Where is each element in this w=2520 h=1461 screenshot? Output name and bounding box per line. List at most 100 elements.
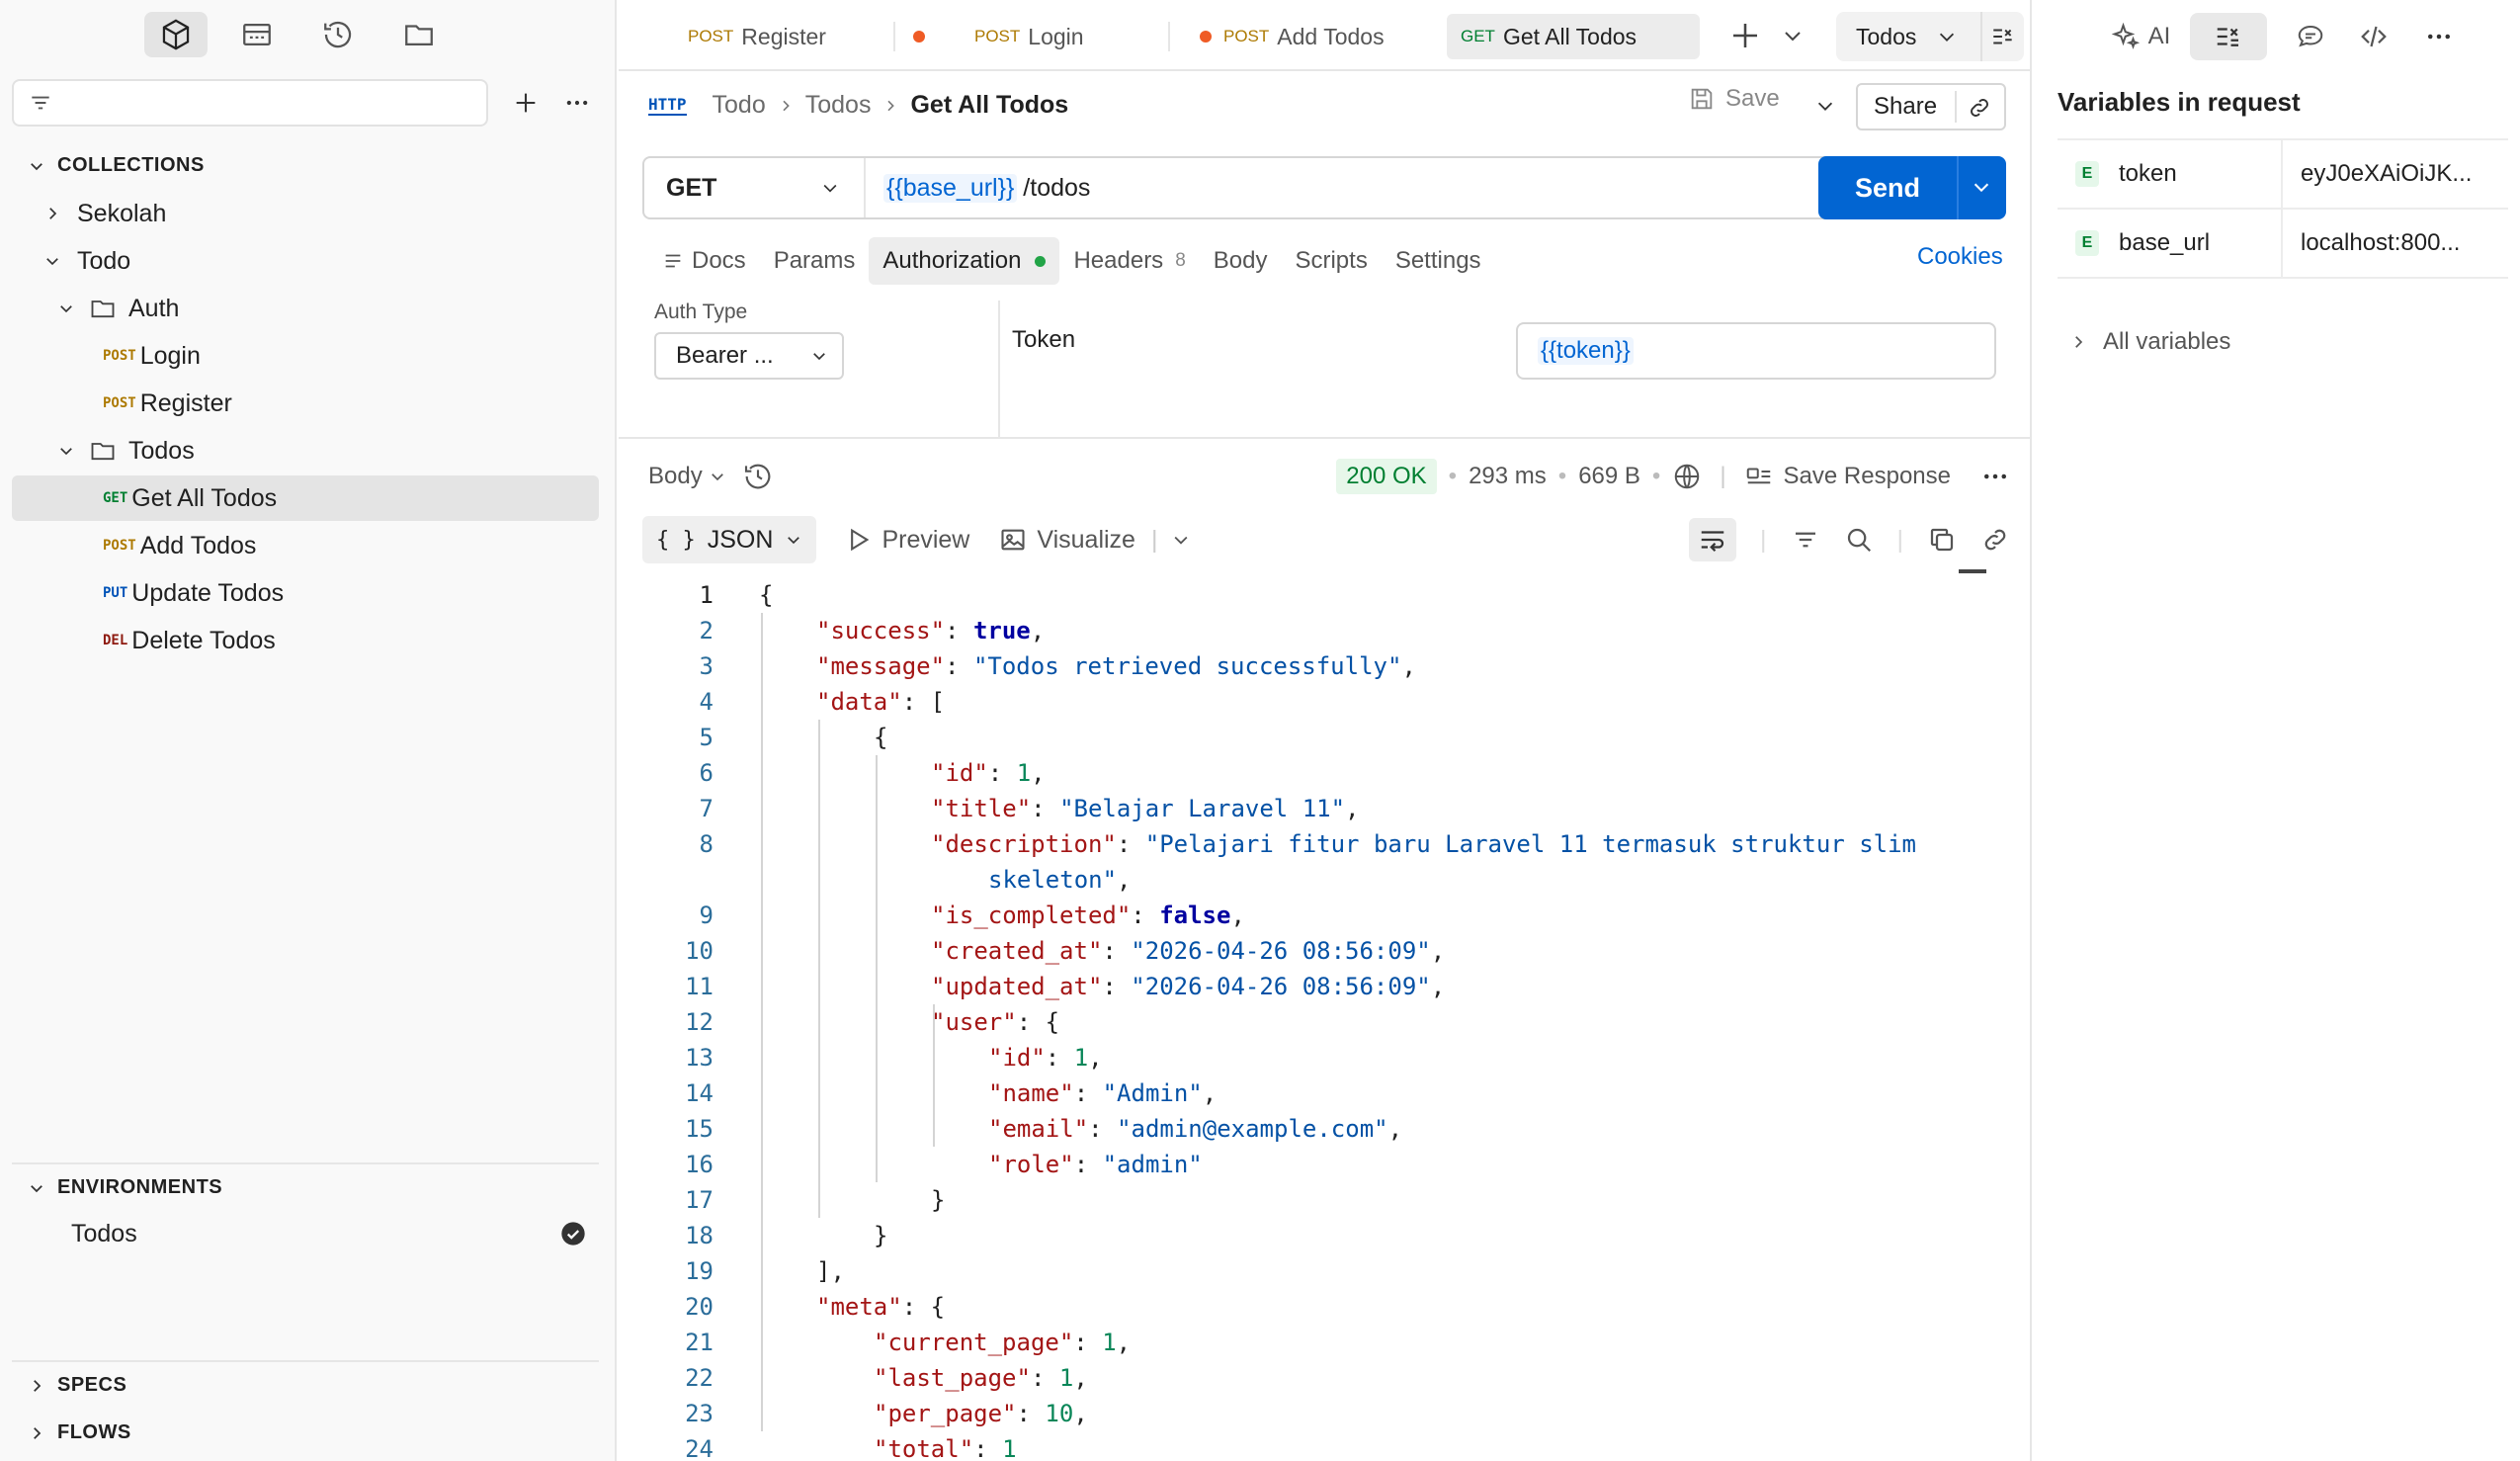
code-content: "per_page": 10, bbox=[874, 1400, 1088, 1427]
visualize-button[interactable]: Visualize bbox=[999, 526, 1135, 555]
tree-label: Todos bbox=[128, 436, 195, 465]
tree-label: Add Todos bbox=[139, 531, 257, 559]
sidebar-search-input[interactable] bbox=[12, 79, 488, 127]
variable-value[interactable]: localhost:800... bbox=[2281, 210, 2508, 277]
variable-row-base-url[interactable]: E base_url localhost:800... bbox=[2058, 210, 2508, 279]
environment-label: Todos bbox=[71, 1219, 137, 1247]
save-button[interactable]: Save bbox=[1688, 85, 1780, 113]
link-icon[interactable] bbox=[1980, 525, 2010, 555]
new-tab-button[interactable] bbox=[1727, 18, 1763, 53]
divider: | bbox=[1760, 525, 1767, 554]
variable-value[interactable]: eyJ0eXAiOiJK... bbox=[2281, 140, 2508, 208]
collections-nav-button[interactable] bbox=[144, 12, 208, 57]
request-get-all-todos[interactable]: GET Get All Todos bbox=[12, 475, 599, 521]
tab-settings[interactable]: Settings bbox=[1382, 237, 1495, 285]
tab-list-dropdown[interactable] bbox=[1781, 24, 1805, 47]
braces-icon: { } bbox=[656, 527, 696, 553]
collection-sekolah[interactable]: Sekolah bbox=[12, 191, 599, 236]
history-nav-button[interactable] bbox=[306, 12, 370, 57]
cookies-link[interactable]: Cookies bbox=[1917, 243, 2003, 271]
send-options-chevron-icon[interactable] bbox=[1971, 176, 1992, 198]
environment-todos[interactable]: Todos bbox=[12, 1211, 599, 1256]
collections-section-toggle[interactable]: COLLECTIONS bbox=[28, 154, 205, 177]
chevron-down-icon[interactable] bbox=[1171, 530, 1191, 550]
method-selector[interactable]: GET bbox=[644, 158, 866, 217]
environments-nav-button[interactable] bbox=[225, 12, 289, 57]
environments-section-toggle[interactable]: ENVIRONMENTS bbox=[28, 1176, 222, 1199]
code-token: false bbox=[1159, 902, 1231, 929]
format-selector[interactable]: { } JSON bbox=[642, 516, 817, 563]
flows-section-toggle[interactable]: FLOWS bbox=[28, 1421, 131, 1444]
variable-row-token[interactable]: E token eyJ0eXAiOiJK... bbox=[2058, 140, 2508, 210]
request-login[interactable]: POST Login bbox=[12, 333, 599, 379]
line-number: 17 bbox=[685, 1186, 714, 1214]
save-response-button[interactable]: Save Response bbox=[1744, 462, 1951, 491]
search-icon[interactable] bbox=[1844, 525, 1874, 555]
chevron-down-icon bbox=[28, 157, 45, 175]
line-number: 20 bbox=[685, 1293, 714, 1321]
collection-todo[interactable]: Todo bbox=[12, 238, 599, 284]
code-token: "2026-04-26 08:56:09" bbox=[1131, 937, 1431, 965]
tab-authorization[interactable]: Authorization bbox=[869, 237, 1060, 285]
breadcrumb-item[interactable]: Todos bbox=[805, 91, 872, 120]
link-icon[interactable] bbox=[1967, 95, 1992, 121]
token-variable[interactable]: {{token}} bbox=[1538, 337, 1634, 365]
environment-quicklook-icon[interactable] bbox=[1990, 24, 2016, 49]
folder-auth[interactable]: Auth bbox=[12, 286, 599, 331]
code-token: , bbox=[1073, 1364, 1088, 1392]
wrap-lines-button[interactable] bbox=[1689, 518, 1736, 561]
code-token: : bbox=[987, 759, 1017, 787]
code-token: "data" bbox=[816, 688, 902, 716]
code-token: "role" bbox=[988, 1151, 1074, 1178]
tab-params[interactable]: Params bbox=[760, 237, 870, 285]
tab-method: GET bbox=[1461, 27, 1495, 45]
request-update-todos[interactable]: PUT Update Todos bbox=[12, 570, 599, 616]
tab-get-all-todos[interactable]: GET Get All Todos bbox=[1447, 14, 1700, 59]
environment-selector[interactable]: Todos bbox=[1836, 12, 2024, 61]
response-body-code[interactable]: 1{2 "success": true, 3 "message": "Todos re… bbox=[619, 569, 2002, 1461]
specs-section-toggle[interactable]: SPECS bbox=[28, 1374, 126, 1397]
request-delete-todos[interactable]: DEL Delete Todos bbox=[12, 618, 599, 663]
folder-todos[interactable]: Todos bbox=[12, 428, 599, 473]
preview-label: Preview bbox=[882, 525, 970, 554]
code-snippet-button[interactable] bbox=[2344, 13, 2403, 60]
save-options-dropdown[interactable] bbox=[1814, 95, 1836, 117]
share-button[interactable]: Share bbox=[1856, 83, 2006, 130]
tab-docs[interactable]: Docs bbox=[648, 237, 760, 285]
ai-button[interactable]: AI bbox=[2101, 13, 2180, 60]
status-badge[interactable]: 200 OK bbox=[1336, 459, 1437, 494]
scrollbar-thumb[interactable] bbox=[1959, 569, 1986, 573]
response-size[interactable]: 669 B bbox=[1578, 463, 1640, 490]
request-add-todos[interactable]: POST Add Todos bbox=[12, 523, 599, 568]
comments-button[interactable] bbox=[2281, 13, 2340, 60]
auth-type-select[interactable]: Bearer ... bbox=[654, 332, 844, 380]
history-icon[interactable] bbox=[742, 461, 774, 492]
copy-icon[interactable] bbox=[1927, 525, 1957, 555]
send-button[interactable]: Send bbox=[1818, 156, 2006, 219]
request-register[interactable]: POST Register bbox=[12, 381, 599, 426]
preview-button[interactable]: Preview bbox=[844, 526, 969, 555]
url-input[interactable]: {{base_url}} /todos bbox=[866, 173, 1090, 203]
tab-add-todos[interactable]: POST Add Todos bbox=[1210, 14, 1467, 59]
right-panel-more-button[interactable] bbox=[2409, 13, 2469, 60]
globe-icon[interactable] bbox=[1672, 462, 1702, 491]
all-variables-toggle[interactable]: All variables bbox=[2069, 328, 2230, 356]
code-token: "Belajar Laravel 11" bbox=[1059, 795, 1346, 822]
token-input[interactable]: {{token}} bbox=[1516, 322, 1996, 380]
response-body-selector[interactable]: Body bbox=[648, 463, 726, 490]
code-line: 21 "current_page": 1, bbox=[619, 1325, 1131, 1360]
sidebar-more-button[interactable] bbox=[557, 83, 597, 123]
tab-body[interactable]: Body bbox=[1200, 237, 1282, 285]
files-nav-button[interactable] bbox=[387, 12, 451, 57]
tab-login[interactable]: POST Login bbox=[961, 14, 1212, 59]
variables-panel-button[interactable] bbox=[2190, 13, 2267, 60]
tab-register[interactable]: POST Register bbox=[674, 14, 925, 59]
more-icon[interactable] bbox=[1980, 462, 2010, 491]
tab-scripts[interactable]: Scripts bbox=[1281, 237, 1381, 285]
breadcrumb-item[interactable]: Todo bbox=[713, 91, 766, 120]
add-collection-button[interactable] bbox=[506, 83, 546, 123]
url-variable[interactable]: {{base_url}} bbox=[883, 173, 1018, 203]
filter-icon[interactable] bbox=[1791, 525, 1820, 555]
tab-headers[interactable]: Headers 8 bbox=[1059, 237, 1199, 285]
response-time[interactable]: 293 ms bbox=[1469, 463, 1547, 490]
